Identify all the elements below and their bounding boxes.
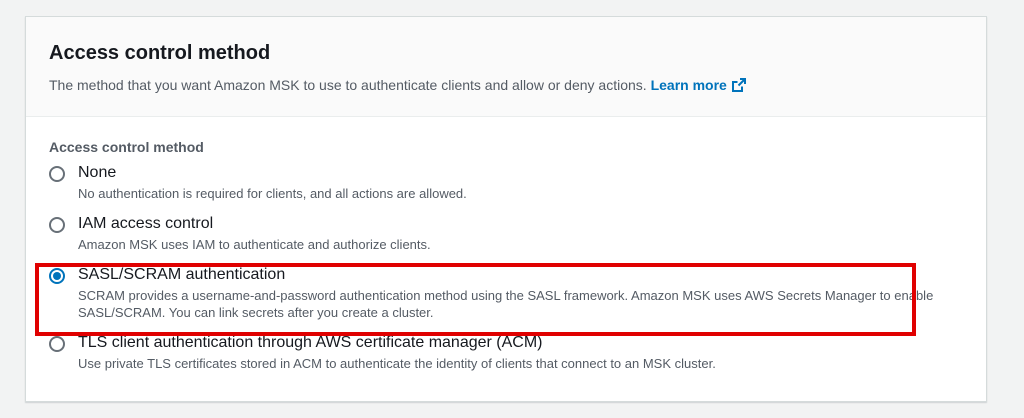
access-control-group-label: Access control method	[49, 139, 204, 155]
panel-body: Access control method None No authentica…	[26, 117, 986, 372]
panel-description-text: The method that you want Amazon MSK to u…	[49, 77, 647, 93]
option-tls-acm-description: Use private TLS certificates stored in A…	[78, 356, 716, 371]
option-iam-label: IAM access control	[78, 215, 214, 232]
radio-button-sasl-scram[interactable]	[49, 268, 65, 284]
radio-button-iam[interactable]	[49, 217, 65, 233]
option-tls-acm[interactable]: TLS client authentication through AWS ce…	[49, 333, 986, 372]
learn-more-label: Learn more	[650, 77, 727, 93]
option-none-description: No authentication is required for client…	[78, 186, 467, 201]
radio-button-none[interactable]	[49, 166, 65, 182]
option-iam-description: Amazon MSK uses IAM to authenticate and …	[78, 237, 431, 252]
option-sasl-scram-description: SCRAM provides a username-and-password a…	[78, 288, 934, 320]
panel-description: The method that you want Amazon MSK to u…	[49, 75, 986, 98]
option-iam-access-control[interactable]: IAM access control Amazon MSK uses IAM t…	[49, 214, 986, 253]
option-none-label: None	[78, 164, 117, 181]
access-control-panel: Access control method The method that yo…	[25, 16, 987, 402]
radio-button-tls-acm[interactable]	[49, 336, 65, 352]
option-sasl-scram[interactable]: SASL/SCRAM authentication SCRAM provides…	[49, 265, 986, 321]
learn-more-link[interactable]: Learn more	[651, 77, 747, 93]
panel-header: Access control method The method that yo…	[26, 17, 986, 117]
option-tls-acm-label: TLS client authentication through AWS ce…	[78, 334, 543, 351]
panel-title: Access control method	[49, 42, 271, 64]
option-sasl-scram-label: SASL/SCRAM authentication	[78, 266, 286, 283]
option-none[interactable]: None No authentication is required for c…	[49, 163, 986, 202]
external-link-icon	[731, 77, 747, 98]
